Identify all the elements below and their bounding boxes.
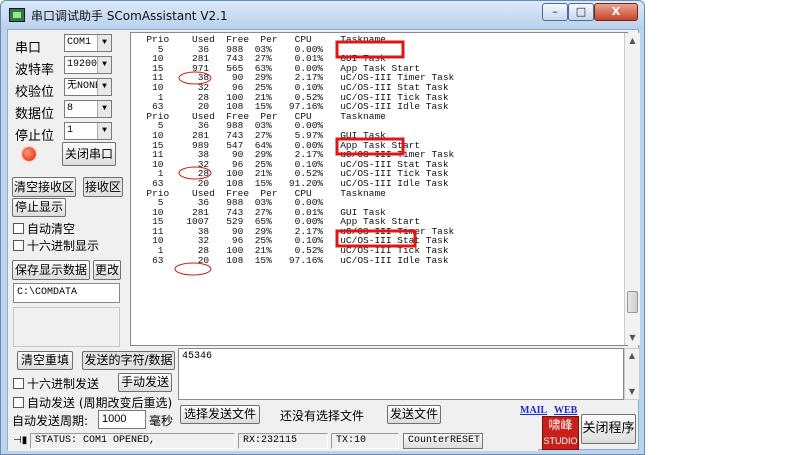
select-file-button[interactable]: 选择发送文件 xyxy=(180,405,260,424)
clear-resend-button[interactable]: 清空重填 xyxy=(17,351,73,370)
chevron-down-icon[interactable]: ▼ xyxy=(97,123,111,139)
databits-label: 数据位 xyxy=(15,107,55,122)
web-link[interactable]: WEB xyxy=(554,405,577,416)
baud-label: 波特率 xyxy=(15,63,55,78)
chevron-down-icon[interactable]: ▼ xyxy=(97,35,111,51)
app-icon xyxy=(9,8,25,22)
stop-display-button[interactable]: 停止显示 xyxy=(12,198,66,217)
redaction-box xyxy=(335,137,405,156)
receive-textarea[interactable]: Prio Used Free Per CPU Taskname 5 36 988… xyxy=(130,32,628,346)
checkbox-icon[interactable] xyxy=(13,240,24,251)
minimize-button[interactable]: – xyxy=(542,3,568,21)
status-bar: ⊣▮ STATUS: COM1 OPENED, RX:232115 TX:10 … xyxy=(8,431,538,451)
parity-select[interactable]: 无NONE ▼ xyxy=(64,78,112,96)
auto-clear-checkbox[interactable]: 自动清空 xyxy=(13,220,75,237)
send-input[interactable]: 45346 xyxy=(178,348,624,400)
receive-area-button[interactable]: 接收区 xyxy=(83,177,123,197)
parity-label: 校验位 xyxy=(15,85,55,100)
period-input[interactable]: 1000 xyxy=(98,410,146,429)
save-data-button[interactable]: 保存显示数据 xyxy=(12,260,90,280)
period-unit: 毫秒 xyxy=(149,414,174,428)
hex-display-checkbox[interactable]: 十六进制显示 xyxy=(13,237,99,254)
redaction-box xyxy=(335,229,417,248)
port-select[interactable]: COM1 ▼ xyxy=(64,34,112,52)
send-file-button[interactable]: 发送文件 xyxy=(387,405,441,424)
scroll-up-icon[interactable]: ▲ xyxy=(625,349,639,363)
maximize-button[interactable]: □ xyxy=(568,3,594,21)
port-status-lamp-icon xyxy=(22,147,36,161)
status-text: STATUS: COM1 OPENED, xyxy=(30,433,235,449)
client-area: 串口 COM1 ▼ 波特率 19200 ▼ 校验位 无NONE ▼ 数据位 8 ▼ 停止… xyxy=(7,29,640,451)
scroll-down-icon[interactable]: ▼ xyxy=(625,330,640,345)
tx-counter: TX:10 xyxy=(331,433,399,449)
redaction-box xyxy=(335,40,405,59)
baud-select[interactable]: 19200 ▼ xyxy=(64,56,112,74)
change-path-button[interactable]: 更改 xyxy=(93,260,121,280)
plug-icon: ⊣▮ xyxy=(13,435,28,446)
auto-send-checkbox[interactable]: 自动发送 (周期改变后重选) xyxy=(13,394,172,411)
scroll-down-icon[interactable]: ▼ xyxy=(625,385,639,399)
stopbits-label: 停止位 xyxy=(15,129,55,144)
period-label: 自动发送周期: xyxy=(12,414,89,428)
databits-select[interactable]: 8 ▼ xyxy=(64,100,112,118)
manual-send-button[interactable]: 手动发送 xyxy=(118,373,172,392)
highlight-circle xyxy=(174,262,212,276)
title-bar[interactable]: 串口调试助手 SComAssistant V2.1 – □ X xyxy=(1,1,644,29)
port-label: 串口 xyxy=(15,41,42,56)
close-button[interactable]: X xyxy=(594,3,638,21)
highlight-circle xyxy=(178,166,212,180)
stopbits-select[interactable]: 1 ▼ xyxy=(64,122,112,140)
checkbox-icon[interactable] xyxy=(13,223,24,234)
counter-reset-button[interactable]: CounterRESET xyxy=(403,433,483,449)
highlight-circle xyxy=(178,71,212,85)
studio-logo: 啸峰 STUDIO xyxy=(542,416,579,450)
close-program-button[interactable]: 关闭程序 xyxy=(581,414,636,444)
annotation-overlay xyxy=(174,40,417,276)
close-port-button[interactable]: 关闭串口 xyxy=(62,142,116,166)
receive-scrollbar[interactable]: ▲ ▼ xyxy=(624,33,640,345)
send-chars-button[interactable]: 发送的字符/数据 xyxy=(82,351,175,370)
chevron-down-icon[interactable]: ▼ xyxy=(97,57,111,73)
chevron-down-icon[interactable]: ▼ xyxy=(97,101,111,117)
chevron-down-icon[interactable]: ▼ xyxy=(97,79,111,95)
left-panel-frame xyxy=(13,307,120,347)
rx-counter: RX:232115 xyxy=(238,433,328,449)
file-status-text: 还没有选择文件 xyxy=(280,409,365,423)
scroll-thumb[interactable] xyxy=(627,291,638,313)
mail-link[interactable]: MAIL xyxy=(520,405,547,416)
checkbox-icon[interactable] xyxy=(13,397,24,408)
hex-send-checkbox[interactable]: 十六进制发送 xyxy=(13,375,99,392)
clear-receive-button[interactable]: 清空接收区 xyxy=(12,177,76,197)
scroll-up-icon[interactable]: ▲ xyxy=(625,33,640,48)
app-window: 串口调试助手 SComAssistant V2.1 – □ X 串口 COM1 ▼… xyxy=(0,0,645,455)
send-scrollbar[interactable]: ▲ ▼ xyxy=(624,348,640,400)
checkbox-icon[interactable] xyxy=(13,378,24,389)
save-path-field[interactable]: C:\COMDATA xyxy=(13,283,120,303)
window-title: 串口调试助手 SComAssistant V2.1 xyxy=(31,9,228,23)
